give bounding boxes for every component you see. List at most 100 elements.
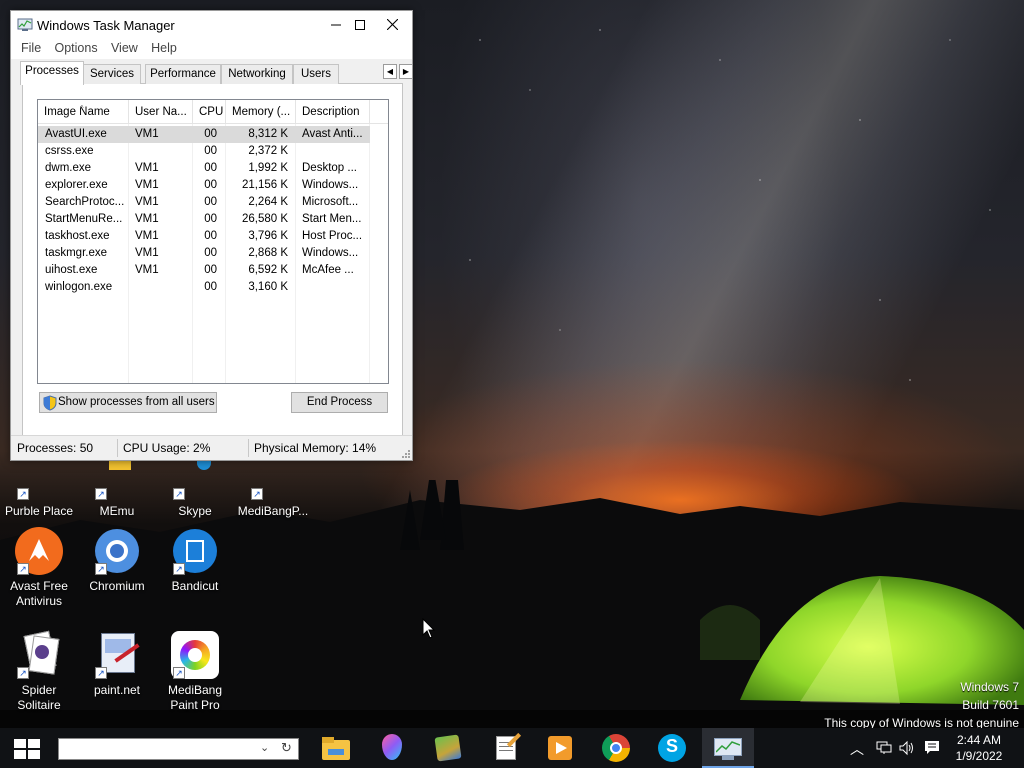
- process-memory-cell: 26,580 K: [241, 213, 288, 225]
- desktop-icon-paintnet[interactable]: ↗ paint.net: [78, 631, 156, 698]
- desktop-icon-medibang-paint-pro[interactable]: ↗ MediBang Paint Pro: [156, 631, 234, 713]
- desktop-icon-chromium[interactable]: ↗ Chromium: [78, 527, 156, 594]
- process-user-cell: VM1: [135, 162, 159, 174]
- tab-users[interactable]: Users: [293, 64, 339, 84]
- search-refresh-icon[interactable]: ↻: [281, 740, 292, 756]
- process-description-cell: [302, 143, 366, 160]
- desktop-icon-memu[interactable]: ↗ MEmu: [78, 452, 156, 519]
- process-description-cell: Start Men...: [302, 213, 362, 225]
- process-memory-cell: 8,312 K: [248, 128, 288, 140]
- skype-icon: S: [658, 734, 686, 762]
- process-row[interactable]: taskhost.exe VM1 00 3,796 K Host Proc...: [38, 228, 370, 245]
- notepad-icon: [492, 732, 522, 762]
- desktop-icon-bandicut[interactable]: ↗ Bandicut: [156, 527, 234, 594]
- close-button[interactable]: [376, 11, 409, 39]
- search-dropdown-chevron-icon[interactable]: ⌄: [260, 741, 269, 754]
- process-row[interactable]: csrss.exe 00 2,372 K: [38, 143, 370, 160]
- tab-networking[interactable]: Networking: [221, 64, 293, 84]
- resize-grip-icon[interactable]: [400, 448, 410, 458]
- process-row[interactable]: AvastUI.exe VM1 00 8,312 K Avast Anti...: [38, 126, 370, 143]
- shortcut-arrow-icon: ↗: [95, 488, 107, 500]
- start-button[interactable]: [0, 728, 52, 768]
- taskbar-task-manager[interactable]: [702, 728, 754, 768]
- process-list[interactable]: ^ Image Name User Na... CPU Memory (... …: [37, 99, 389, 384]
- status-bar: Processes: 50 CPU Usage: 2% Physical Mem…: [11, 435, 412, 460]
- process-name-cell: dwm.exe: [45, 162, 92, 174]
- tab-scroll-left-icon[interactable]: ◀: [383, 64, 397, 79]
- column-header-memory[interactable]: Memory (...: [226, 100, 296, 124]
- desktop-icon-avast[interactable]: ↗ Avast Free Antivirus: [0, 527, 78, 609]
- process-description-cell: Avast Anti...: [302, 128, 363, 140]
- maximize-button[interactable]: [343, 11, 376, 39]
- clock-date: 1/9/2022: [955, 749, 1003, 763]
- watermark-build: Build 7601: [962, 698, 1019, 712]
- action-center-icon[interactable]: [924, 740, 940, 756]
- file-explorer-icon: [322, 734, 350, 762]
- process-user-cell: [135, 143, 190, 160]
- process-row[interactable]: dwm.exe VM1 00 1,992 K Desktop ...: [38, 160, 370, 177]
- media-player-icon: [546, 734, 574, 762]
- menu-file[interactable]: File: [21, 39, 41, 57]
- desktop-icon-label: MediBang Paint Pro: [167, 683, 223, 712]
- shortcut-arrow-icon: ↗: [251, 488, 263, 500]
- watermark-os: Windows 7: [960, 680, 1019, 694]
- uac-shield-icon: [43, 395, 57, 411]
- menu-view[interactable]: View: [111, 39, 138, 57]
- show-hidden-icons-chevron-icon[interactable]: ︿: [850, 739, 864, 759]
- desktop-icon-spider-solitaire[interactable]: ↗ Spider Solitaire: [0, 630, 78, 713]
- process-user-cell: VM1: [135, 128, 159, 140]
- desktop-icon-label: Chromium: [89, 579, 145, 593]
- taskbar-media-player[interactable]: [534, 728, 582, 768]
- shortcut-arrow-icon: ↗: [17, 667, 29, 679]
- process-description-cell: [302, 279, 366, 296]
- taskbar-chrome[interactable]: [590, 728, 638, 768]
- process-name-cell: csrss.exe: [45, 145, 94, 157]
- show-all-processes-button[interactable]: Show processes from all users: [39, 392, 217, 413]
- process-row[interactable]: StartMenuRe... VM1 00 26,580 K Start Men...: [38, 211, 370, 228]
- desktop-icon-skype[interactable]: ↗ Skype: [156, 452, 234, 519]
- column-header-cpu[interactable]: CPU: [193, 100, 226, 124]
- desktop-icon-label: Skype: [178, 504, 212, 518]
- status-process-count: Processes: 50: [17, 441, 94, 455]
- menu-bar: File Options View Help: [11, 39, 412, 59]
- shortcut-arrow-icon: ↗: [95, 563, 107, 575]
- process-name-cell: SearchProtoc...: [45, 196, 125, 208]
- taskbar-notepad[interactable]: [480, 728, 528, 768]
- column-header-user-name[interactable]: User Na...: [129, 100, 193, 124]
- end-process-button[interactable]: End Process: [291, 392, 388, 413]
- tab-performance[interactable]: Performance: [145, 64, 221, 84]
- genuine-watermark: Windows 7 Build 7601 This copy of Window…: [824, 678, 1019, 732]
- process-row[interactable]: taskmgr.exe VM1 00 2,868 K Windows...: [38, 245, 370, 262]
- taskbar-file-explorer[interactable]: [310, 728, 358, 768]
- process-user-cell: [135, 279, 190, 296]
- column-header-image-name[interactable]: ^ Image Name: [38, 100, 129, 124]
- desktop-icon-medibang[interactable]: ↗ MediBangP...: [234, 452, 312, 519]
- process-row[interactable]: explorer.exe VM1 00 21,156 K Windows...: [38, 177, 370, 194]
- desktop-icon-label: paint.net: [93, 683, 141, 697]
- task-manager-window: Windows Task Manager File Options View H…: [10, 10, 413, 461]
- title-bar[interactable]: Windows Task Manager: [11, 11, 412, 39]
- process-name-cell: explorer.exe: [45, 179, 108, 191]
- taskbar-skype[interactable]: S: [646, 728, 694, 768]
- volume-icon[interactable]: [899, 740, 915, 756]
- desktop-icon-purble-place[interactable]: ↗ Purble Place: [0, 452, 78, 519]
- process-row[interactable]: SearchProtoc... VM1 00 2,264 K Microsoft...: [38, 194, 370, 211]
- menu-options[interactable]: Options: [55, 39, 98, 57]
- process-user-cell: VM1: [135, 213, 159, 225]
- process-row[interactable]: winlogon.exe 00 3,160 K: [38, 279, 370, 296]
- tab-processes[interactable]: Processes: [20, 61, 84, 85]
- spider-solitaire-icon: ↗: [15, 630, 63, 679]
- minimize-icon: [330, 24, 341, 26]
- process-row[interactable]: uihost.exe VM1 00 6,592 K McAfee ...: [38, 262, 370, 279]
- taskbar-search-input[interactable]: ⌄ ↻: [58, 738, 299, 760]
- column-header-description[interactable]: Description: [296, 100, 370, 124]
- tab-services[interactable]: Services: [83, 64, 141, 84]
- tab-scroll-right-icon[interactable]: ▶: [399, 64, 413, 79]
- windows-logo-icon: [14, 739, 40, 759]
- process-memory-cell: 3,796 K: [248, 230, 288, 242]
- taskbar-maps[interactable]: [422, 728, 470, 768]
- menu-help[interactable]: Help: [151, 39, 177, 57]
- taskbar-paint-3d[interactable]: [366, 728, 414, 768]
- taskbar-clock[interactable]: 2:44 AM 1/9/2022: [946, 732, 1012, 764]
- network-icon[interactable]: [876, 741, 892, 755]
